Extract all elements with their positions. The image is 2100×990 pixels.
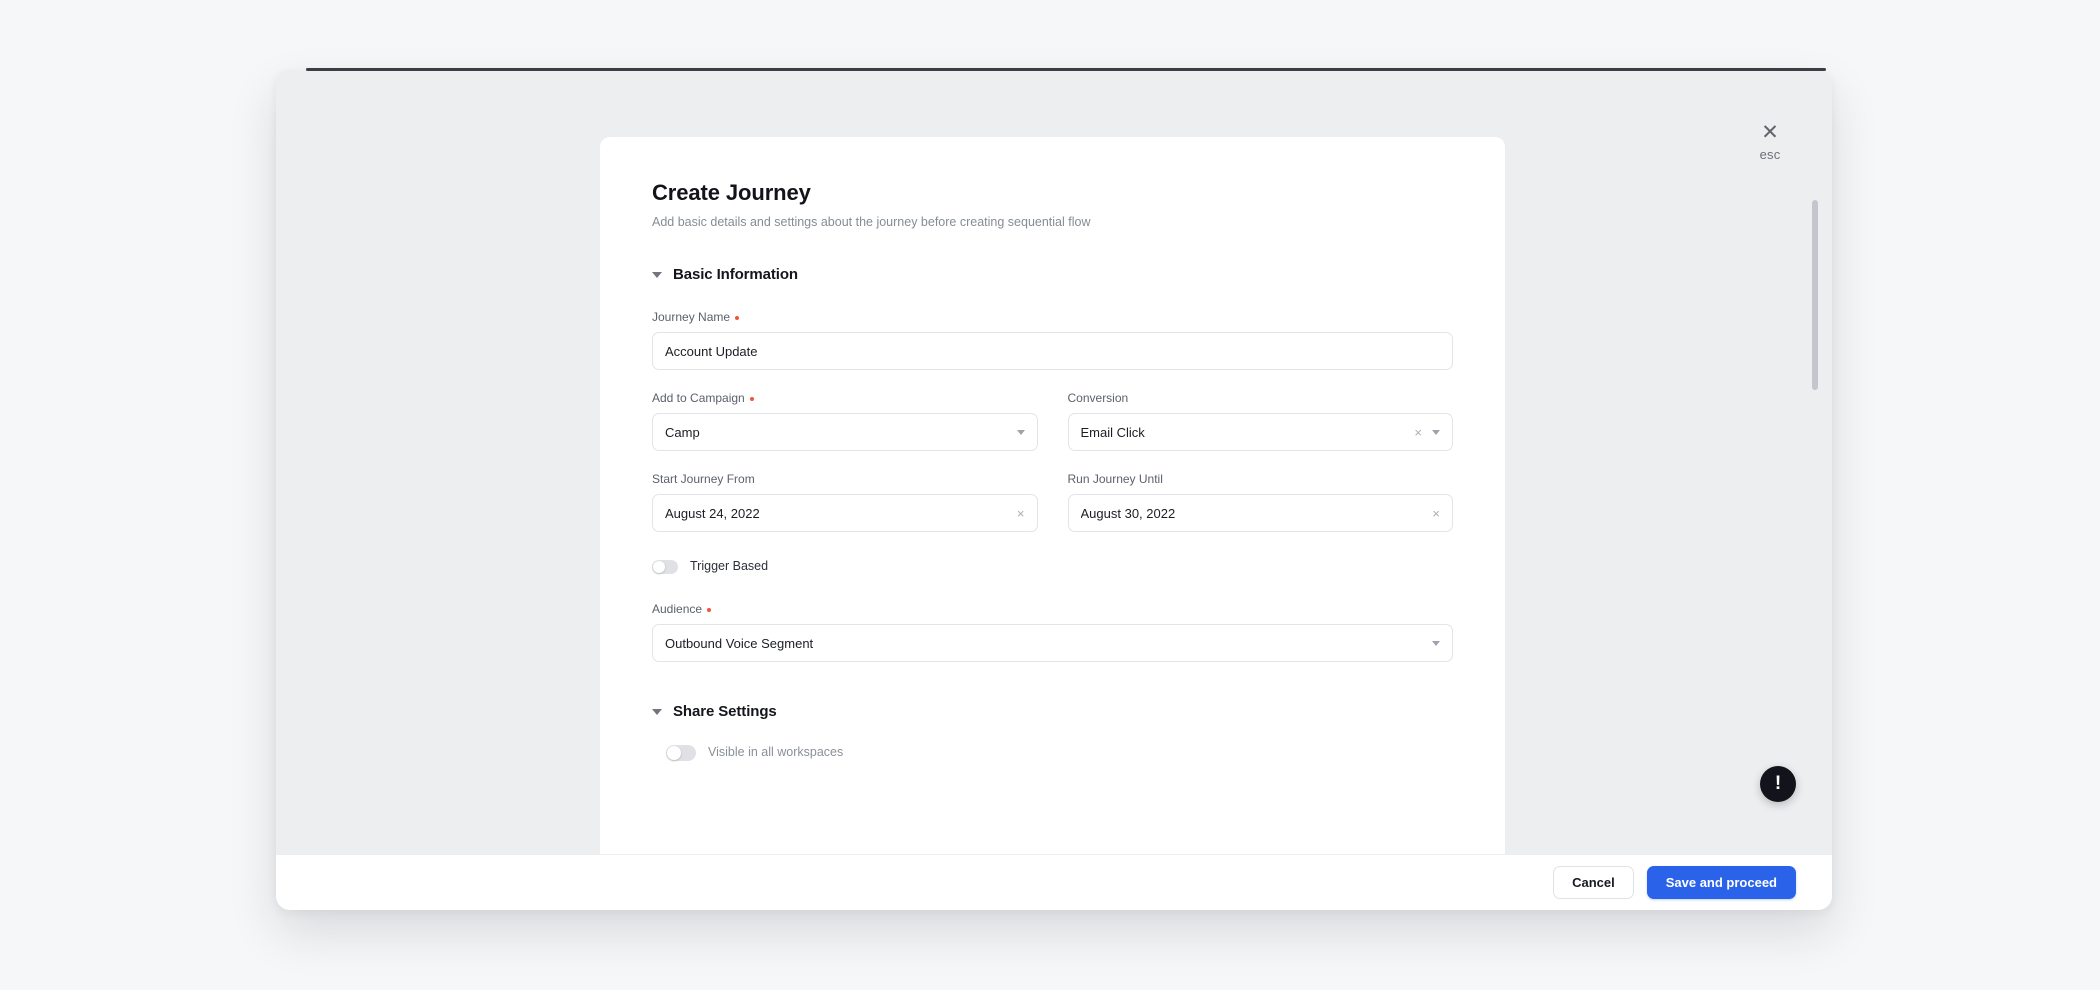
share-settings-section: Share Settings Visible in all workspaces [652, 702, 1453, 791]
add-to-campaign-select[interactable]: Camp [652, 413, 1038, 451]
label-audience-text: Audience [652, 602, 703, 616]
field-start-journey-from: Start Journey From August 24, 2022 × [652, 471, 1038, 532]
conversion-adornments: × [1414, 426, 1440, 439]
run-journey-until-value: August 30, 2022 [1080, 505, 1176, 521]
toggle-knob [653, 560, 665, 573]
clear-x-icon[interactable]: × [1414, 426, 1422, 439]
modal-scroll-region: Create Journey Add basic details and set… [276, 70, 1832, 855]
section-title-share-settings: Share Settings [673, 703, 777, 720]
label-start-journey-from-text: Start Journey From [652, 472, 755, 486]
run-journey-until-datepicker[interactable]: August 30, 2022 × [1067, 494, 1453, 532]
add-to-campaign-value: Camp [665, 424, 700, 440]
required-marker-icon [749, 397, 754, 401]
field-row-audience: Audience Outbound Voice Segment [652, 601, 1453, 662]
field-journey-name: Journey Name Account Update [652, 309, 1453, 370]
label-audience: Audience [652, 601, 1453, 617]
toggle-knob [667, 745, 681, 760]
field-conversion: Conversion Email Click × [1067, 390, 1454, 451]
section-header-basic-information[interactable]: Basic Information [652, 265, 1453, 285]
chevron-down-icon[interactable] [1016, 429, 1025, 435]
basic-information-fields: Journey Name Account Update Add to Campa… [652, 309, 1453, 662]
chevron-down-icon[interactable] [1432, 640, 1440, 646]
alert-exclamation-icon: ! [1774, 772, 1782, 794]
field-row-campaign-conversion: Add to Campaign Camp Conversion Email Cl… [652, 390, 1453, 451]
field-audience: Audience Outbound Voice Segment [652, 601, 1453, 662]
label-start-journey-from: Start Journey From [652, 471, 1038, 487]
label-run-journey-until-text: Run Journey Until [1067, 472, 1163, 486]
field-row-journey-name: Journey Name Account Update [652, 309, 1453, 370]
cancel-button[interactable]: Cancel [1553, 866, 1634, 899]
chevron-down-icon[interactable] [1432, 429, 1440, 435]
trigger-based-row: Trigger Based [652, 558, 1453, 575]
page-subtitle: Add basic details and settings about the… [652, 215, 1091, 229]
audience-adornments [1432, 640, 1440, 646]
visible-in-all-workspaces-toggle[interactable] [666, 744, 696, 761]
save-and-proceed-button[interactable]: Save and proceed [1646, 866, 1796, 899]
field-row-dates: Start Journey From August 24, 2022 × Run… [652, 471, 1453, 532]
label-add-to-campaign-text: Add to Campaign [652, 391, 745, 405]
field-run-journey-until: Run Journey Until August 30, 2022 × [1067, 471, 1454, 532]
field-add-to-campaign: Add to Campaign Camp [652, 390, 1038, 451]
audience-select[interactable]: Outbound Voice Segment [652, 624, 1453, 662]
visible-in-all-workspaces-label: Visible in all workspaces [708, 745, 844, 759]
required-marker-icon [707, 608, 712, 612]
journey-name-value: Account Update [665, 343, 758, 359]
run-journey-until-adornments: × [1432, 507, 1440, 520]
label-conversion: Conversion [1068, 390, 1454, 406]
caret-down-icon [652, 272, 662, 278]
visible-in-all-workspaces-row: Visible in all workspaces [666, 744, 1453, 761]
section-header-share-settings[interactable]: Share Settings [652, 702, 1453, 722]
label-add-to-campaign: Add to Campaign [652, 390, 1038, 406]
caret-down-icon [652, 709, 662, 715]
add-to-campaign-adornments [1016, 429, 1025, 435]
section-title-basic-information: Basic Information [673, 266, 798, 283]
conversion-value: Email Click [1080, 424, 1145, 440]
start-journey-from-value: August 24, 2022 [665, 505, 760, 521]
trigger-based-label: Trigger Based [690, 559, 769, 573]
content-scrollbar[interactable] [1812, 200, 1818, 800]
modal-footer: Cancel Save and proceed [276, 854, 1832, 910]
journey-name-input[interactable]: Account Update [652, 332, 1453, 370]
clear-x-icon[interactable]: × [1432, 507, 1440, 520]
alert-exclamation-icon-button[interactable]: ! [1760, 766, 1796, 802]
audience-value: Outbound Voice Segment [665, 635, 814, 651]
required-marker-icon [735, 316, 740, 320]
label-run-journey-until: Run Journey Until [1068, 471, 1454, 487]
trigger-based-toggle[interactable] [652, 559, 678, 574]
label-journey-name-text: Journey Name [652, 310, 731, 324]
page-title: Create Journey [652, 180, 811, 205]
start-journey-from-adornments: × [1017, 507, 1025, 520]
content-scrollbar-thumb[interactable] [1812, 200, 1818, 390]
start-journey-from-datepicker[interactable]: August 24, 2022 × [652, 494, 1038, 532]
label-conversion-text: Conversion [1067, 391, 1129, 405]
clear-x-icon[interactable]: × [1017, 507, 1025, 520]
conversion-select[interactable]: Email Click × [1067, 413, 1453, 451]
create-journey-form-card: Create Journey Add basic details and set… [600, 137, 1505, 855]
label-journey-name: Journey Name [652, 309, 1453, 325]
app-window: ✕ esc Create Journey Add basic details a… [276, 68, 1832, 910]
